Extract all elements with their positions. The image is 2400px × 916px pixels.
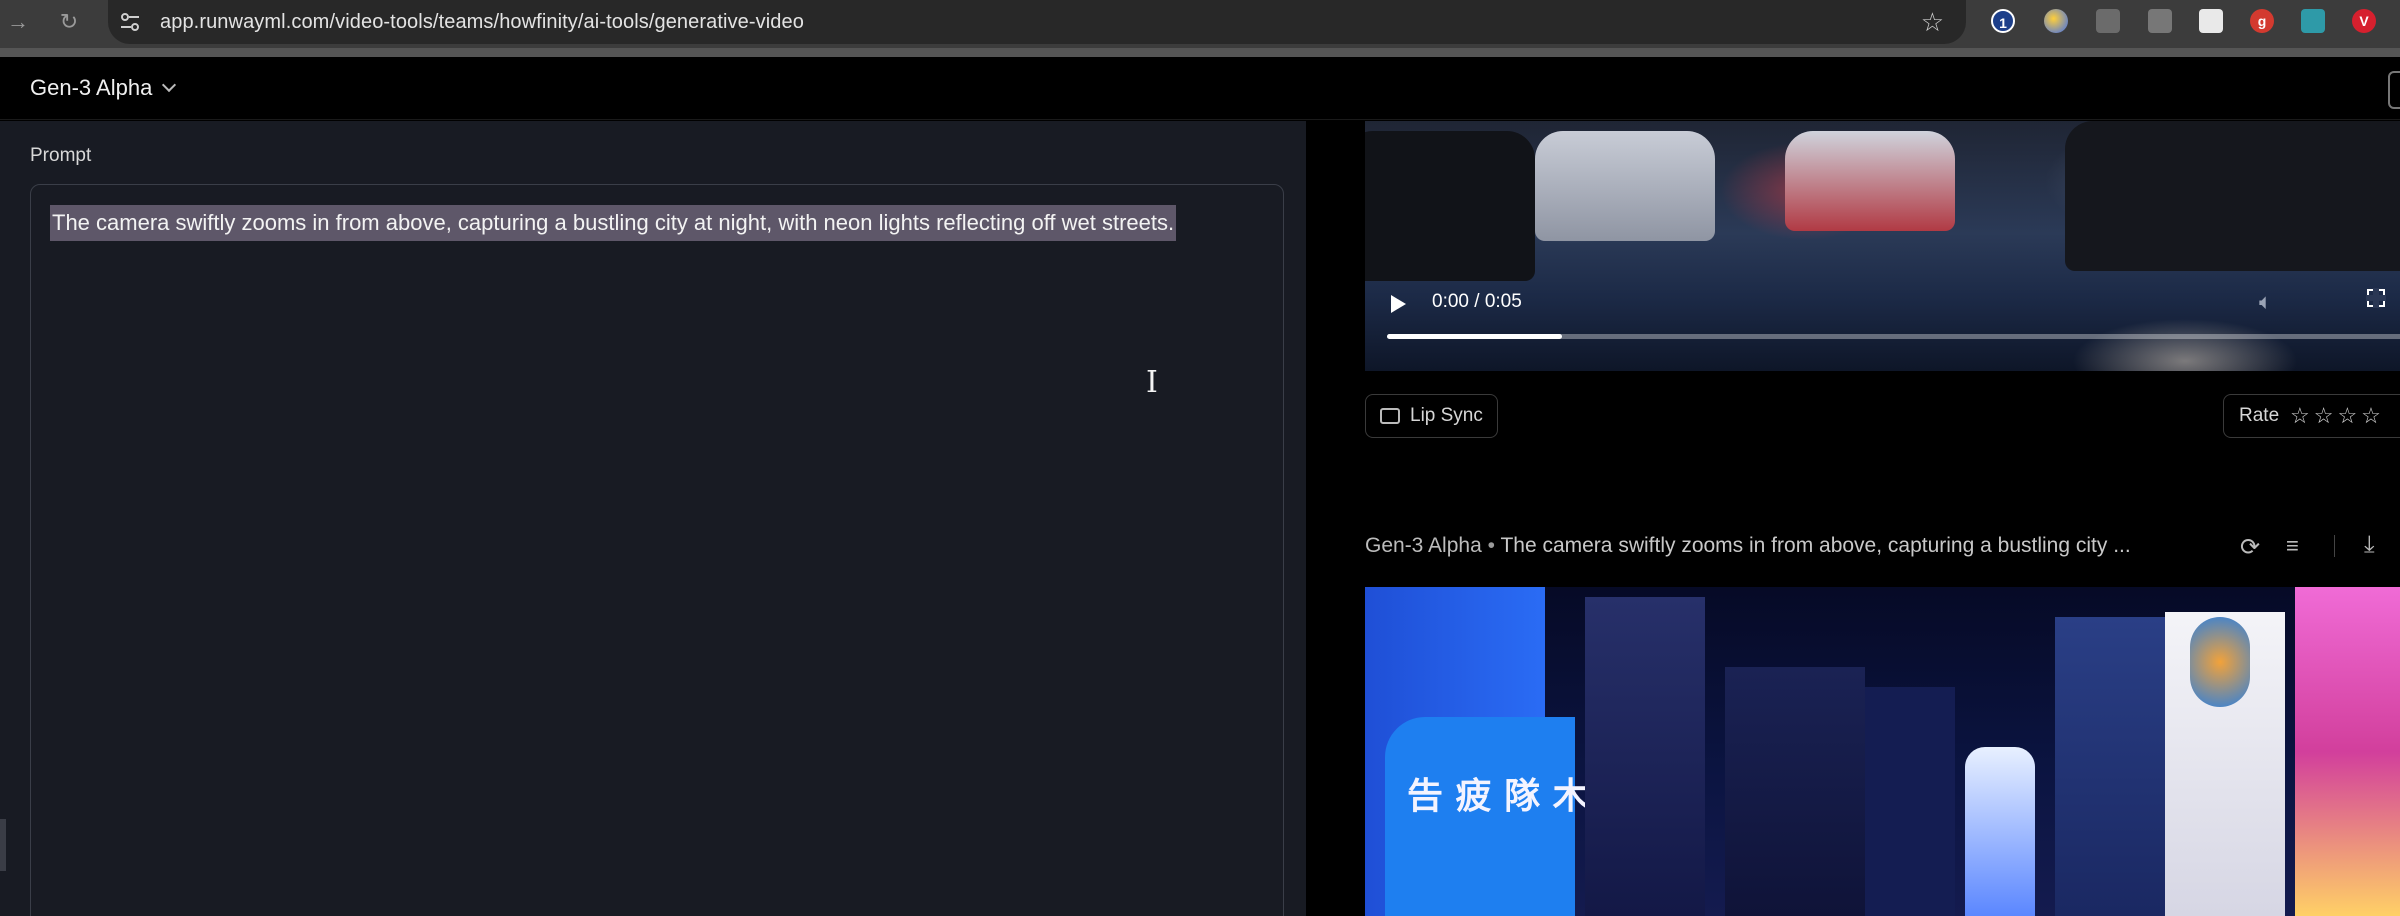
rating-stars-icon[interactable]: ☆☆☆☆	[2290, 395, 2385, 437]
panel-toggle-icon[interactable]	[2388, 71, 2400, 109]
site-settings-icon[interactable]	[120, 12, 140, 32]
chevron-down-icon	[162, 77, 177, 93]
download-icon[interactable]: ⤓	[2364, 531, 2375, 559]
generation-title: Gen-3 Alpha • The camera swiftly zooms i…	[1365, 534, 2131, 558]
rate-label: Rate	[2239, 405, 2280, 426]
car-shape	[2065, 121, 2400, 271]
details-list-icon[interactable]: ≡	[2286, 533, 2299, 559]
url-text[interactable]: app.runwayml.com/video-tools/teams/howfi…	[160, 11, 804, 34]
progress-fill	[1387, 334, 1563, 339]
prompt-label: Prompt	[30, 145, 92, 166]
fullscreen-icon[interactable]	[2366, 288, 2386, 308]
building-shape	[1865, 687, 1955, 916]
bookmark-star-icon[interactable]: ☆	[1921, 7, 1944, 38]
video-controls: 0:00 / 0:05 🔈︎	[1365, 281, 2400, 371]
volume-icon[interactable]: 🔈︎	[2259, 289, 2272, 315]
prompt-text-selected[interactable]: The camera swiftly zooms in from above, …	[50, 205, 1177, 241]
building-shape	[2055, 617, 2175, 916]
text-cursor-icon: I	[1146, 365, 1158, 400]
wave-extension-icon[interactable]	[2199, 9, 2223, 33]
grammar-extension-icon[interactable]: g	[2250, 9, 2274, 33]
lip-sync-label: Lip Sync	[1410, 405, 1483, 426]
password-manager-icon[interactable]: 1	[1991, 9, 2015, 33]
screenshot-extension-icon[interactable]	[2096, 9, 2120, 33]
building-shape	[1965, 747, 2035, 916]
code-extension-icon[interactable]	[2148, 9, 2172, 33]
retry-icon[interactable]: ⟳	[2240, 533, 2260, 562]
rate-control[interactable]: Rate ☆☆☆☆	[2223, 394, 2400, 438]
video-player-neon-city[interactable]: 告 疲 隊 木	[1365, 587, 2400, 916]
neon-sign-text: 告 疲 隊 木	[1407, 775, 1589, 817]
neon-billboard	[2295, 587, 2400, 916]
color-extension-icon[interactable]	[2044, 9, 2068, 33]
resize-handle[interactable]	[0, 819, 6, 871]
car-shape	[1365, 131, 1535, 281]
app-header: Gen-3 Alpha	[0, 57, 2400, 120]
play-icon[interactable]	[1391, 295, 1406, 313]
generation-separator: •	[1487, 534, 1495, 557]
billboard-logo	[2190, 617, 2250, 707]
output-panel: 0:00 / 0:05 🔈︎ Lip Sync Rate ☆☆☆☆ Gen-3 …	[1306, 121, 2400, 916]
prompt-textarea[interactable]: The camera swiftly zooms in from above, …	[30, 184, 1284, 916]
lip-sync-icon	[1380, 408, 1400, 424]
building-shape	[1725, 667, 1865, 916]
browser-chrome: → ↻ app.runwayml.com/video-tools/teams/h…	[0, 0, 2400, 57]
building-shape	[1585, 597, 1705, 916]
car-shape	[1785, 131, 1955, 231]
generation-prompt: The camera swiftly zooms in from above, …	[1500, 534, 2131, 557]
car-shape	[1535, 131, 1715, 241]
model-name: Gen-3 Alpha	[30, 75, 153, 100]
divider	[2334, 535, 2335, 557]
lip-sync-button[interactable]: Lip Sync	[1365, 394, 1498, 438]
prompt-panel: Prompt The camera swiftly zooms in from …	[0, 121, 1306, 916]
forward-arrow-icon[interactable]: →	[4, 8, 32, 36]
video-time: 0:00 / 0:05	[1432, 291, 1522, 312]
reload-icon[interactable]: ↻	[55, 8, 83, 36]
horizontal-scroll-indicator	[0, 48, 2400, 57]
address-bar[interactable]: app.runwayml.com/video-tools/teams/howfi…	[108, 0, 1966, 44]
vivid-extension-icon[interactable]: V	[2352, 9, 2376, 33]
video-player-city-traffic[interactable]: 0:00 / 0:05 🔈︎	[1365, 121, 2400, 371]
generation-model: Gen-3 Alpha	[1365, 534, 1482, 557]
model-selector[interactable]: Gen-3 Alpha	[30, 75, 177, 101]
translate-extension-icon[interactable]	[2301, 9, 2325, 33]
video-progress-bar[interactable]	[1387, 334, 2400, 339]
